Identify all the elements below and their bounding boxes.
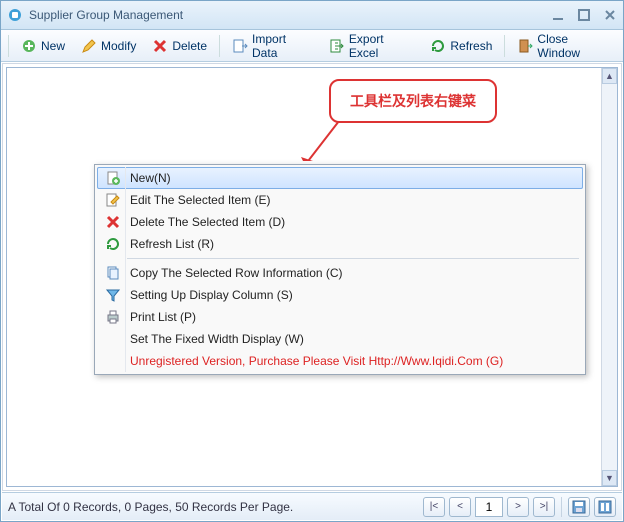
window-title: Supplier Group Management [29, 8, 551, 22]
ctx-new-label: New(N) [126, 171, 576, 185]
refresh-icon [100, 236, 126, 252]
modify-label: Modify [101, 39, 136, 53]
app-icon [7, 7, 23, 23]
minimize-button[interactable] [551, 8, 565, 22]
maximize-button[interactable] [577, 8, 591, 22]
vertical-scrollbar[interactable]: ▲ ▼ [601, 68, 617, 486]
scroll-down-button[interactable]: ▼ [602, 470, 617, 486]
context-menu-gutter [125, 167, 126, 372]
ctx-unregistered-label: Unregistered Version, Purchase Please Vi… [126, 354, 576, 368]
ctx-edit-label: Edit The Selected Item (E) [126, 193, 576, 207]
export-label: Export Excel [349, 32, 414, 60]
ctx-refresh[interactable]: Refresh List (R) [97, 233, 583, 255]
close-window-label: Close Window [537, 32, 612, 60]
pager-page-input[interactable] [475, 497, 503, 517]
new-label: New [41, 39, 65, 53]
refresh-icon [430, 38, 446, 54]
delete-label: Delete [172, 39, 207, 53]
new-button[interactable]: New [14, 34, 72, 58]
callout-text: 工具栏及列表右键菜 [350, 91, 476, 111]
callout-bubble: 工具栏及列表右键菜 [329, 79, 497, 123]
scroll-up-button[interactable]: ▲ [602, 68, 617, 84]
ctx-columns[interactable]: Setting Up Display Column (S) [97, 284, 583, 306]
copy-icon [100, 265, 126, 281]
ctx-edit[interactable]: Edit The Selected Item (E) [97, 189, 583, 211]
ctx-print-label: Print List (P) [126, 310, 576, 324]
plus-doc-icon [100, 170, 126, 186]
statusbar-separator [561, 497, 562, 517]
ctx-unregistered[interactable]: Unregistered Version, Purchase Please Vi… [97, 350, 583, 372]
ctx-copy[interactable]: Copy The Selected Row Information (C) [97, 262, 583, 284]
toolbar-separator [219, 35, 220, 57]
status-message: A Total Of 0 Records, 0 Pages, 50 Record… [8, 500, 423, 514]
statusbar: A Total Of 0 Records, 0 Pages, 50 Record… [2, 492, 622, 520]
export-button[interactable]: Export Excel [322, 28, 421, 64]
ctx-fixedwidth-label: Set The Fixed Width Display (W) [126, 332, 576, 346]
context-menu-separator [127, 258, 579, 259]
callout-pointer [301, 121, 341, 161]
modify-button[interactable]: Modify [74, 34, 143, 58]
toolbar-separator [8, 35, 9, 57]
ctx-print[interactable]: Print List (P) [97, 306, 583, 328]
close-window-button[interactable]: Close Window [510, 28, 619, 64]
save-layout-button[interactable] [568, 497, 590, 517]
ctx-delete-label: Delete The Selected Item (D) [126, 215, 576, 229]
settings-button[interactable] [594, 497, 616, 517]
window: Supplier Group Management New Mod [0, 0, 624, 522]
pencil-icon [81, 38, 97, 54]
refresh-label: Refresh [450, 39, 492, 53]
refresh-button[interactable]: Refresh [423, 34, 499, 58]
pager: |< < > >| [423, 497, 555, 517]
titlebar: Supplier Group Management [1, 1, 623, 30]
context-menu: New(N) Edit The Selected Item (E) Delete… [94, 164, 586, 375]
pager-prev-button[interactable]: < [449, 497, 471, 517]
toolbar: New Modify Delete Import Data Export Ex [1, 30, 623, 62]
ctx-fixedwidth[interactable]: Set The Fixed Width Display (W) [97, 328, 583, 350]
door-icon [517, 38, 533, 54]
ctx-delete[interactable]: Delete The Selected Item (D) [97, 211, 583, 233]
printer-icon [100, 309, 126, 325]
import-label: Import Data [252, 32, 313, 60]
toolbar-separator [504, 35, 505, 57]
window-controls [551, 8, 617, 22]
delete-button[interactable]: Delete [145, 34, 214, 58]
pager-next-button[interactable]: > [507, 497, 529, 517]
export-icon [329, 38, 345, 54]
pager-last-button[interactable]: >| [533, 497, 555, 517]
ctx-new[interactable]: New(N) [97, 167, 583, 189]
funnel-icon [100, 287, 126, 303]
edit-icon [100, 192, 126, 208]
delete-x-icon [100, 214, 126, 230]
pager-first-button[interactable]: |< [423, 497, 445, 517]
delete-icon [152, 38, 168, 54]
ctx-refresh-label: Refresh List (R) [126, 237, 576, 251]
ctx-columns-label: Setting Up Display Column (S) [126, 288, 576, 302]
import-button[interactable]: Import Data [225, 28, 320, 64]
import-icon [232, 38, 248, 54]
close-button[interactable] [603, 8, 617, 22]
plus-icon [21, 38, 37, 54]
ctx-copy-label: Copy The Selected Row Information (C) [126, 266, 576, 280]
